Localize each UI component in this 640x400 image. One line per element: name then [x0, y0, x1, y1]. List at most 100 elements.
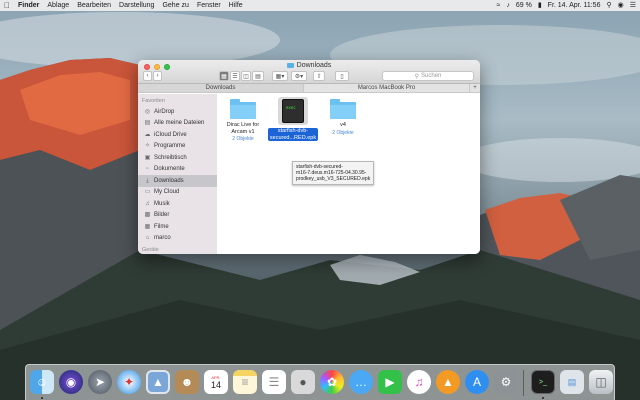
- applications-icon: ✧: [144, 143, 151, 150]
- icon-view-button[interactable]: ▦: [219, 71, 229, 81]
- safari-icon[interactable]: ✦: [117, 370, 141, 394]
- sidebar-item-label: Schreibtisch: [154, 154, 187, 161]
- finder-window-icon[interactable]: ▤: [560, 370, 584, 394]
- menu-bar:  Finder Ablage Bearbeiten Darstellung G…: [0, 0, 640, 11]
- volume-icon[interactable]: ♪: [506, 2, 510, 9]
- sidebar-item-all-files[interactable]: ▤ Alle meine Dateien: [138, 118, 217, 130]
- sidebar-item-label: My Cloud: [154, 189, 180, 196]
- tooltip-line: prodkey_usb_V3_SECURED.epk: [296, 176, 371, 182]
- sidebar-item-home[interactable]: ⌂ marco: [138, 233, 217, 245]
- action-button[interactable]: ⚙▾: [291, 71, 307, 81]
- sidebar-item-music[interactable]: ♫ Musik: [138, 198, 217, 210]
- back-button[interactable]: ‹: [143, 71, 152, 81]
- menu-gehe-zu[interactable]: Gehe zu: [162, 2, 188, 9]
- column-view-button[interactable]: ◫: [241, 71, 251, 81]
- menu-app-finder[interactable]: Finder: [18, 2, 39, 9]
- apple-menu-icon[interactable]: : [4, 1, 10, 10]
- menu-fenster[interactable]: Fenster: [197, 2, 221, 9]
- facetime-icon[interactable]: ▶: [378, 370, 402, 394]
- terminal-icon[interactable]: >_: [531, 370, 555, 394]
- sidebar-item-label: iCloud Drive: [154, 131, 187, 138]
- spotlight-icon[interactable]: ⚲: [606, 2, 611, 9]
- filename-tooltip: starfish-dvb-secured- m16-7.deus.m16-725…: [292, 161, 374, 185]
- forward-button[interactable]: ›: [153, 71, 162, 81]
- documents-icon: ▫: [146, 166, 149, 173]
- finder-icon[interactable]: ☺: [30, 370, 54, 394]
- battery-icon[interactable]: ▮: [538, 2, 542, 9]
- siri-icon[interactable]: ◉: [59, 370, 83, 394]
- launchpad-icon[interactable]: ➤: [88, 370, 112, 394]
- photos-icon[interactable]: ✿: [320, 370, 344, 394]
- trash-icon[interactable]: ◫: [589, 370, 613, 394]
- photo-booth-icon[interactable]: ●: [291, 370, 315, 394]
- calendar-icon[interactable]: APR. 14: [204, 370, 228, 394]
- file-name: Dirac Live for Arcam v1: [226, 122, 260, 135]
- tags-button[interactable]: ▯: [335, 71, 349, 81]
- sidebar-item-applications[interactable]: ✧ Programme: [138, 141, 217, 153]
- arrange-button[interactable]: ▦▾: [272, 71, 288, 81]
- sidebar-section-favorites: Favoriten: [142, 98, 165, 104]
- sidebar-item-downloads[interactable]: ⤓ Downloads: [138, 175, 217, 187]
- messages-icon[interactable]: …: [349, 370, 373, 394]
- menu-darstellung[interactable]: Darstellung: [119, 2, 154, 9]
- title-bar[interactable]: Downloads ‹ › ▦ ☰ ◫ ▤ ▦▾ ⚙▾ ⇧ ▯ ⚲ Suchen: [138, 60, 480, 84]
- tab-downloads[interactable]: Downloads: [138, 84, 304, 92]
- pictures-icon: ▩: [144, 212, 151, 219]
- sidebar: Favoriten ◎ AirDrop ▤ Alle meine Dateien ☁…: [138, 94, 217, 254]
- sidebar-item-label: Dokumente: [154, 166, 185, 173]
- executable-file-icon: exec: [282, 99, 304, 123]
- music-icon: ♫: [145, 200, 150, 207]
- menu-bearbeiten[interactable]: Bearbeiten: [77, 2, 111, 9]
- search-field[interactable]: ⚲ Suchen: [382, 71, 474, 81]
- dock-separator: [523, 370, 524, 396]
- menu-hilfe[interactable]: Hilfe: [229, 2, 243, 9]
- movies-icon: ▦: [144, 223, 151, 230]
- itunes-icon[interactable]: ♫: [407, 370, 431, 394]
- file-area[interactable]: Dirac Live for Arcam v1 2 Objekte exec st…: [217, 94, 480, 254]
- notes-icon[interactable]: ≡: [233, 370, 257, 394]
- contacts-icon[interactable]: ☻: [175, 370, 199, 394]
- siri-menu-icon[interactable]: ◉: [618, 2, 624, 9]
- notification-center-icon[interactable]: ☰: [630, 2, 636, 9]
- sidebar-item-movies[interactable]: ▦ Filme: [138, 221, 217, 233]
- menu-ablage[interactable]: Ablage: [47, 2, 69, 9]
- sidebar-item-icloud[interactable]: ☁ iCloud Drive: [138, 129, 217, 141]
- cover-flow-button[interactable]: ▤: [252, 71, 264, 81]
- all-files-icon: ▤: [144, 120, 151, 127]
- sidebar-item-desktop[interactable]: ▣ Schreibtisch: [138, 152, 217, 164]
- downloads-icon: ⤓: [146, 177, 149, 184]
- new-tab-button[interactable]: +: [470, 84, 480, 92]
- sidebar-section-devices: Geräte: [142, 247, 159, 253]
- running-indicator: [41, 397, 43, 399]
- folder-icon: [286, 63, 294, 68]
- sidebar-item-my-cloud[interactable]: ▭ My Cloud: [138, 187, 217, 199]
- tab-macbook[interactable]: Marcos MacBook Pro: [304, 84, 470, 92]
- sidebar-item-label: AirDrop: [154, 108, 175, 115]
- clock[interactable]: Fr. 14. Apr. 11:56: [548, 2, 601, 9]
- sidebar-item-label: Musik: [154, 200, 170, 207]
- sidebar-item-label: Alle meine Dateien: [154, 120, 205, 127]
- folder-item[interactable]: v4 2 Objekte: [317, 99, 369, 136]
- ibooks-icon[interactable]: ▲: [436, 370, 460, 394]
- folder-icon: ▭: [144, 189, 151, 196]
- system-preferences-icon[interactable]: ⚙: [494, 370, 518, 394]
- sidebar-item-documents[interactable]: ▫ Dokumente: [138, 164, 217, 176]
- preview-icon[interactable]: ▲: [146, 370, 170, 394]
- app-store-icon[interactable]: A: [465, 370, 489, 394]
- item-count: 2 Objekte: [332, 129, 354, 136]
- item-count: 2 Objekte: [232, 136, 254, 142]
- list-view-button[interactable]: ☰: [230, 71, 240, 81]
- sidebar-item-airdrop[interactable]: ◎ AirDrop: [138, 106, 217, 118]
- sidebar-item-pictures[interactable]: ▩ Bilder: [138, 210, 217, 222]
- dock: ☺ ◉ ➤ ✦ ▲ ☻ APR. 14 ≡ ☰ ● ✿ … ▶ ♫ ▲ A ⚙ …: [25, 364, 615, 400]
- battery-percentage[interactable]: 69 %: [516, 2, 532, 9]
- selected-file-item[interactable]: exec starfish-dvb-secured...RED.epk: [265, 97, 321, 141]
- running-indicator: [542, 397, 544, 399]
- wifi-icon[interactable]: ≈: [497, 2, 501, 9]
- folder-icon: [230, 99, 256, 119]
- share-button[interactable]: ⇧: [313, 71, 325, 81]
- folder-item[interactable]: Dirac Live for Arcam v1 2 Objekte: [217, 99, 269, 142]
- file-name: v4: [340, 122, 346, 128]
- reminders-icon[interactable]: ☰: [262, 370, 286, 394]
- home-icon: ⌂: [145, 235, 150, 242]
